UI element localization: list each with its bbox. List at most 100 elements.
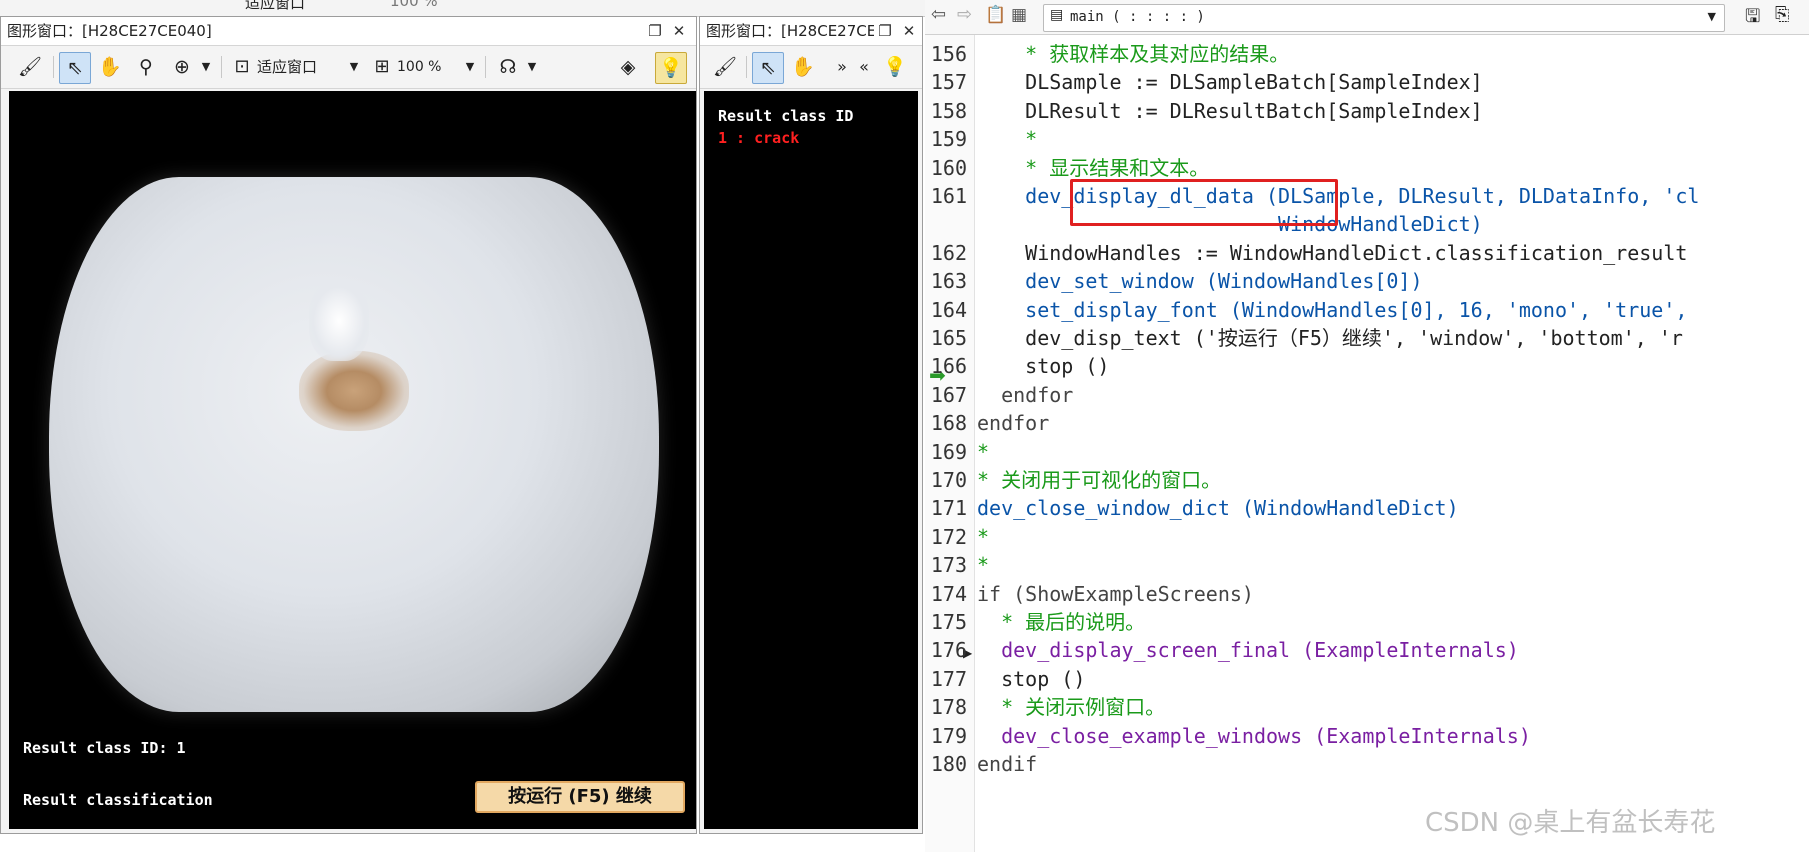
pan-hand-icon[interactable]: ✋ (788, 52, 818, 82)
fit-window-icon[interactable]: ⊡ (229, 52, 255, 82)
line-number: 178 (930, 695, 967, 719)
code-line[interactable]: * 关闭用于可视化的窗口。 (977, 466, 1221, 494)
code-line[interactable]: dev_close_example_windows (ExampleIntern… (977, 722, 1531, 750)
clear-brush-icon[interactable]: 🖌 (710, 52, 740, 82)
zoom-in-icon[interactable]: ⊕ (167, 52, 197, 82)
line-number: 173 (930, 553, 967, 577)
window-title-bar[interactable]: 图形窗口：[H28CE27CE040] ❐ ✕ (1, 17, 696, 46)
chevron-down-icon[interactable]: ▼ (525, 52, 539, 82)
clipboard-icon[interactable]: 📋 (985, 5, 1006, 25)
code-line[interactable]: stop () (977, 352, 1109, 380)
line-number: 176 (930, 638, 967, 662)
line-number: 159 (930, 127, 967, 151)
code-line[interactable]: endfor (977, 409, 1049, 437)
close-icon[interactable]: ✕ (668, 17, 690, 45)
graphics-window-1: 图形窗口：[H28CE27CE040] ❐ ✕ 🖌 ⇖ ✋ ⚲ ⊕ ▼ ⊡ 适应… (0, 16, 697, 834)
result-classification-label: Result classification (23, 791, 213, 809)
code-line[interactable]: endfor (977, 381, 1073, 409)
close-icon[interactable]: ✕ (898, 17, 920, 45)
code-line[interactable]: dev_display_screen_final (ExampleInterna… (977, 636, 1519, 664)
collapse-tools-icon[interactable]: « (854, 52, 874, 82)
lightbulb-icon[interactable]: 💡 (655, 52, 687, 84)
code-line[interactable]: dev_close_window_dict (WindowHandleDict) (977, 494, 1459, 522)
chevron-down-icon[interactable]: ▼ (463, 52, 477, 82)
code-line[interactable]: * (977, 551, 989, 579)
line-number: 175 (930, 610, 967, 634)
line-number: 156 (930, 42, 967, 66)
line-number: 160 (930, 156, 967, 180)
graphics-window-2: 图形窗口：[H28CE27CE2 ❐ ✕ 🖌 ⇖ ✋ » « 💡 Result … (699, 16, 923, 834)
line-number: 157 (930, 70, 967, 94)
line-number: 179 (930, 724, 967, 748)
crack-defect (299, 351, 409, 431)
line-number (925, 210, 967, 238)
magnifier-icon[interactable]: ⚲ (131, 52, 161, 82)
line-number: 169 (930, 440, 967, 464)
line-number: 174 (930, 582, 967, 606)
line-number: 180 (930, 752, 967, 776)
image-canvas[interactable]: Result class ID: 1 Result classification… (9, 91, 696, 829)
result-class-id-header: Result class ID (718, 107, 854, 125)
layers-icon[interactable]: ◈ (613, 52, 643, 82)
code-line[interactable]: * 获取样本及其对应的结果。 (977, 40, 1289, 68)
capsule-image (49, 177, 659, 712)
highlight-box (1070, 179, 1338, 226)
more-tools-icon[interactable]: » (832, 52, 852, 82)
float-window-icon[interactable]: ❐ (644, 17, 666, 45)
line-number: 172 (930, 525, 967, 549)
toolbar-separator (53, 56, 54, 78)
line-number: 165 (930, 326, 967, 350)
code-line[interactable]: * (977, 438, 989, 466)
code-line[interactable]: if (ShowExampleScreens) (977, 580, 1254, 608)
forward-arrow-icon[interactable]: ⇨ (957, 4, 972, 25)
back-arrow-icon[interactable]: ⇦ (931, 4, 946, 25)
fit-window-select[interactable]: 适应窗口 (257, 52, 317, 82)
code-line[interactable]: dev_set_window (WindowHandles[0]) (977, 267, 1422, 295)
line-number: 171 (930, 496, 967, 520)
chevron-down-icon[interactable]: ▼ (199, 52, 213, 82)
chevron-down-icon[interactable]: ▼ (1708, 10, 1716, 23)
continue-button[interactable]: 按运行 (F5) 继续 (475, 781, 685, 813)
procedure-icon: ▤ (1050, 7, 1064, 23)
zoom-select[interactable]: 100 % (397, 52, 441, 82)
result-canvas[interactable]: Result class ID 1 : crack (704, 91, 918, 829)
code-line[interactable]: endif (977, 750, 1037, 778)
float-window-icon[interactable]: ❐ (874, 17, 896, 45)
code-line[interactable]: stop () (977, 665, 1085, 693)
code-line[interactable]: * 最后的说明。 (977, 608, 1145, 636)
graphics-toolbar: 🖌 ⇖ ✋ » « 💡 (700, 46, 922, 89)
lightbulb-icon[interactable]: 💡 (880, 52, 910, 82)
insert-icon[interactable]: ⎘ (1775, 4, 1789, 25)
code-line[interactable]: set_display_font (WindowHandles[0], 16, … (977, 296, 1687, 324)
fit-window-label: 适应窗口 (245, 0, 306, 12)
procedure-select[interactable]: ▤ main ( : : : : ) ▼ (1043, 4, 1725, 32)
clear-brush-icon[interactable]: 🖌 (15, 52, 45, 82)
code-line[interactable]: DLResult := DLResultBatch[SampleIndex] (977, 97, 1483, 125)
save-procedure-icon[interactable]: 🖫 (1745, 4, 1760, 34)
grid-icon[interactable]: ▦ (1011, 5, 1027, 25)
code-line[interactable]: * (977, 125, 1037, 153)
toolbar-separator (485, 56, 486, 78)
shape-draw-icon[interactable]: ☊ (493, 52, 523, 82)
pointer-icon[interactable]: ⇖ (59, 52, 91, 84)
line-number: 167 (930, 383, 967, 407)
code-line[interactable]: WindowHandles := WindowHandleDict.classi… (977, 239, 1687, 267)
chevron-down-icon[interactable]: ▼ (347, 52, 361, 82)
code-line[interactable]: DLSample := DLSampleBatch[SampleIndex] (977, 68, 1483, 96)
window-title-bar[interactable]: 图形窗口：[H28CE27CE2 ❐ ✕ (700, 17, 922, 46)
line-number: 163 (930, 269, 967, 293)
code-line[interactable]: * 关闭示例窗口。 (977, 693, 1165, 721)
line-number: 161 (930, 184, 967, 208)
pointer-icon[interactable]: ⇖ (752, 52, 784, 84)
line-number: 168 (930, 411, 967, 435)
zoom-percent-icon[interactable]: ⊞ (369, 52, 395, 82)
line-number: 162 (930, 241, 967, 265)
result-class-value: 1 : crack (718, 129, 800, 147)
graphics-toolbar: 🖌 ⇖ ✋ ⚲ ⊕ ▼ ⊡ 适应窗口 ▼ ⊞ 100 % ▼ ☊ ▼ ◈ 💡 (1, 46, 696, 89)
code-line[interactable]: * (977, 523, 989, 551)
code-line[interactable]: dev_disp_text ('按运行（F5）继续', 'window', 'b… (977, 324, 1683, 352)
pan-hand-icon[interactable]: ✋ (95, 52, 125, 82)
line-number: 177 (930, 667, 967, 691)
code-line[interactable]: * 显示结果和文本。 (977, 154, 1209, 182)
line-number: 164 (930, 298, 967, 322)
